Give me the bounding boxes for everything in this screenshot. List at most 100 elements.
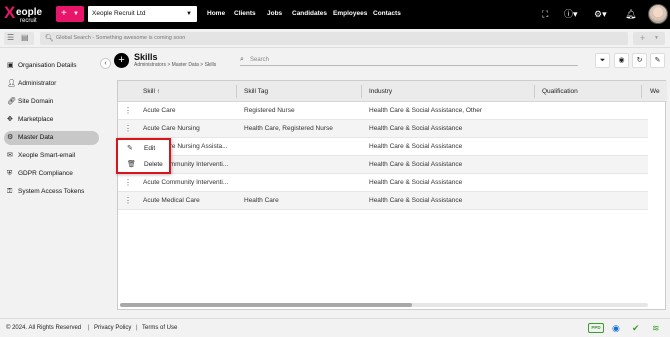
- key-icon: ⚿: [7, 188, 13, 195]
- view-toggle[interactable]: ☰ ▤: [4, 32, 34, 45]
- domain-icon: 🔗︎: [7, 98, 16, 105]
- add-button[interactable]: + ▼: [633, 32, 665, 45]
- sidebar-item-site-domain[interactable]: 🔗︎ Site Domain: [4, 95, 99, 109]
- menu-item-delete[interactable]: 🗑︎ Delete: [118, 157, 169, 173]
- table-row[interactable]: ⋮ Acute Community Interventi... Health C…: [118, 156, 648, 174]
- help-icon[interactable]: ⓘ▾: [564, 8, 578, 20]
- chevron-down-icon: ▼: [654, 35, 659, 41]
- column-header-partial[interactable]: We: [650, 81, 660, 102]
- sidebar-item-label: Master Data: [18, 134, 54, 141]
- cell-industry: Health Care & Social Assistance: [369, 161, 463, 168]
- cell-industry: Health Care & Social Assistance: [369, 179, 463, 186]
- database-icon: ⚙: [7, 134, 14, 141]
- search-input[interactable]: ⌕ Search: [240, 55, 578, 66]
- row-menu-icon[interactable]: ⋮: [124, 192, 132, 210]
- table-row[interactable]: ⋮ Acute Care Registered Nurse Health Car…: [118, 102, 648, 120]
- footer-divider: |: [88, 325, 90, 331]
- nav-candidates[interactable]: Candidates: [292, 10, 327, 17]
- nav-employees[interactable]: Employees: [333, 10, 367, 17]
- sidebar-item-smart-email[interactable]: ✉ Xeople Smart-email: [4, 149, 99, 163]
- pencil-icon: ✎: [654, 57, 661, 64]
- menu-item-label: Delete: [144, 161, 163, 168]
- top-bar: X eople recruit + ▼ Xeople Recruit Ltd ▼ …: [0, 0, 670, 29]
- column-divider[interactable]: [641, 85, 642, 98]
- column-divider[interactable]: [534, 85, 535, 98]
- nav-contacts[interactable]: Contacts: [373, 10, 401, 17]
- org-icon: ▣: [7, 62, 14, 69]
- column-header-skill-tag[interactable]: Skill Tag: [244, 81, 268, 102]
- search-icon: 🔍︎: [45, 35, 54, 42]
- column-header-qualification[interactable]: Qualification: [542, 81, 578, 102]
- cell-industry: Health Care & Social Assistance, Other: [369, 107, 483, 114]
- row-menu-icon[interactable]: ⋮: [124, 174, 132, 192]
- cell-industry: Health Care & Social Assistance: [369, 143, 463, 150]
- column-header-skill[interactable]: Skill ↑: [143, 81, 160, 102]
- column-header-industry[interactable]: Industry: [369, 81, 392, 102]
- privacy-policy-link[interactable]: Privacy Policy: [94, 325, 131, 331]
- cell-industry: Health Care & Social Assistance: [369, 125, 463, 132]
- mail-icon: ✉: [7, 152, 13, 159]
- check-circle-icon[interactable]: ✔: [632, 322, 640, 334]
- table-row[interactable]: ⋮ Acute Medical Care Health Care Health …: [118, 192, 648, 210]
- column-divider[interactable]: [236, 85, 237, 98]
- menu-item-edit[interactable]: ✎ Edit: [118, 141, 169, 157]
- xeople-logo[interactable]: X eople recruit: [4, 3, 50, 26]
- bell-icon[interactable]: 🔔︎: [625, 8, 636, 20]
- edit-button[interactable]: ✎: [650, 53, 665, 68]
- account-icon[interactable]: ◉: [612, 322, 620, 334]
- list-view-icon[interactable]: ☰: [7, 33, 14, 42]
- skills-table: Skill ↑ Skill Tag Industry Qualification…: [117, 80, 667, 310]
- sidebar-item-label: Marketplace: [18, 116, 54, 123]
- global-search-input[interactable]: 🔍︎ Global Search - Something awesome is …: [40, 32, 628, 45]
- row-menu-icon[interactable]: ⋮: [124, 120, 132, 138]
- refresh-button[interactable]: ↻: [632, 53, 647, 68]
- sidebar-item-marketplace[interactable]: ✥ Marketplace: [4, 113, 99, 127]
- grid-view-icon[interactable]: ▤: [21, 33, 29, 42]
- cell-skill-tag: [244, 174, 362, 192]
- page-title: Skills: [134, 52, 158, 62]
- sidebar-item-master-data[interactable]: ⚙ Master Data: [4, 131, 99, 145]
- table-row[interactable]: ⋮ Acute Community Interventi... Health C…: [118, 174, 648, 192]
- marketplace-icon: ✥: [7, 116, 13, 123]
- wifi-icon: ≋: [652, 323, 660, 333]
- view-button[interactable]: ◉: [614, 53, 629, 68]
- logo-text: eople: [16, 7, 43, 18]
- quick-add-button[interactable]: + ▼: [56, 6, 84, 22]
- sidebar-item-system-access-tokens[interactable]: ⚿ System Access Tokens: [4, 185, 99, 199]
- table-row[interactable]: ⋮ Acute Care Nursing Health Care, Regist…: [118, 120, 648, 138]
- sidebar: ▣ Organisation Details 👤︎ Administrator …: [0, 48, 103, 318]
- ppd-badge[interactable]: PPD: [588, 323, 604, 333]
- sidebar-item-administrator[interactable]: 👤︎ Administrator: [4, 77, 99, 91]
- sidebar-item-label: Site Domain: [18, 98, 54, 105]
- shield-icon: ⛨: [7, 170, 13, 177]
- sidebar-item-label: Xeople Smart-email: [18, 152, 76, 159]
- settings-icon[interactable]: ⚙▾: [594, 8, 607, 20]
- collapse-sidebar-button[interactable]: ‹: [100, 58, 111, 69]
- cell-skill-tag: Health Care, Registered Nurse: [244, 125, 333, 132]
- column-divider[interactable]: [361, 85, 362, 98]
- sidebar-item-gdpr-compliance[interactable]: ⛨ GDPR Compliance: [4, 167, 99, 181]
- table-row[interactable]: ⋮ Acute Care Nursing Assista... Health C…: [118, 138, 648, 156]
- horizontal-scrollbar[interactable]: [120, 303, 648, 307]
- nav-home[interactable]: Home: [207, 10, 225, 17]
- filter-button[interactable]: ⏷: [595, 53, 610, 68]
- organisation-select[interactable]: Xeople Recruit Ltd ▼: [88, 6, 197, 22]
- cell-skill: Acute Community Interventi...: [143, 179, 229, 186]
- row-menu-icon[interactable]: ⋮: [124, 102, 132, 120]
- scrollbar-thumb[interactable]: [120, 303, 412, 307]
- cell-industry: Health Care & Social Assistance: [369, 197, 463, 204]
- search-icon: ⌕: [240, 56, 244, 63]
- nav-jobs[interactable]: Jobs: [267, 10, 282, 17]
- global-search-placeholder: Global Search - Something awesome is com…: [56, 35, 186, 41]
- fullscreen-icon[interactable]: ⛶: [542, 8, 548, 20]
- eye-icon: ◉: [618, 57, 625, 64]
- menu-item-label: Edit: [144, 145, 156, 152]
- terms-of-use-link[interactable]: Terms of Use: [142, 325, 177, 331]
- nav-clients[interactable]: Clients: [234, 10, 256, 17]
- page-header: + Skills Administrators > Master Data > …: [114, 52, 666, 72]
- add-skill-button[interactable]: +: [114, 53, 129, 68]
- sidebar-item-organisation-details[interactable]: ▣ Organisation Details: [4, 59, 99, 73]
- sidebar-item-label: Administrator: [18, 80, 57, 87]
- filter-icon: ⏷: [599, 57, 606, 64]
- user-avatar[interactable]: [648, 4, 668, 24]
